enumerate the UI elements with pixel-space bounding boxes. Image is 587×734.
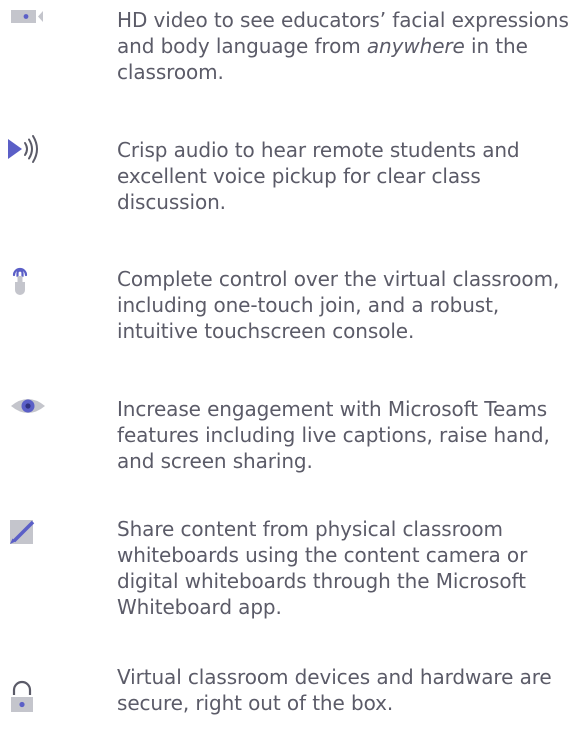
- video-camera-icon: [0, 0, 64, 48]
- speaker-audio-icon: [0, 130, 64, 178]
- feature-text-whiteboard: Share content from physical classroom wh…: [117, 517, 528, 619]
- feature-text-teams: Increase engagement with Microsoft Teams…: [117, 397, 550, 473]
- eye-icon: [0, 390, 64, 438]
- feature-text-security: Virtual classroom devices and hardware a…: [117, 665, 552, 715]
- padlock-icon: [0, 672, 64, 720]
- feature-text-video: HD video to see educators’ facial expres…: [117, 8, 569, 84]
- pen-icon: [0, 518, 64, 566]
- touch-finger-icon: [0, 260, 64, 308]
- feature-text-touch: Complete control over the virtual classr…: [117, 267, 560, 343]
- feature-text-audio: Crisp audio to hear remote students and …: [117, 138, 520, 214]
